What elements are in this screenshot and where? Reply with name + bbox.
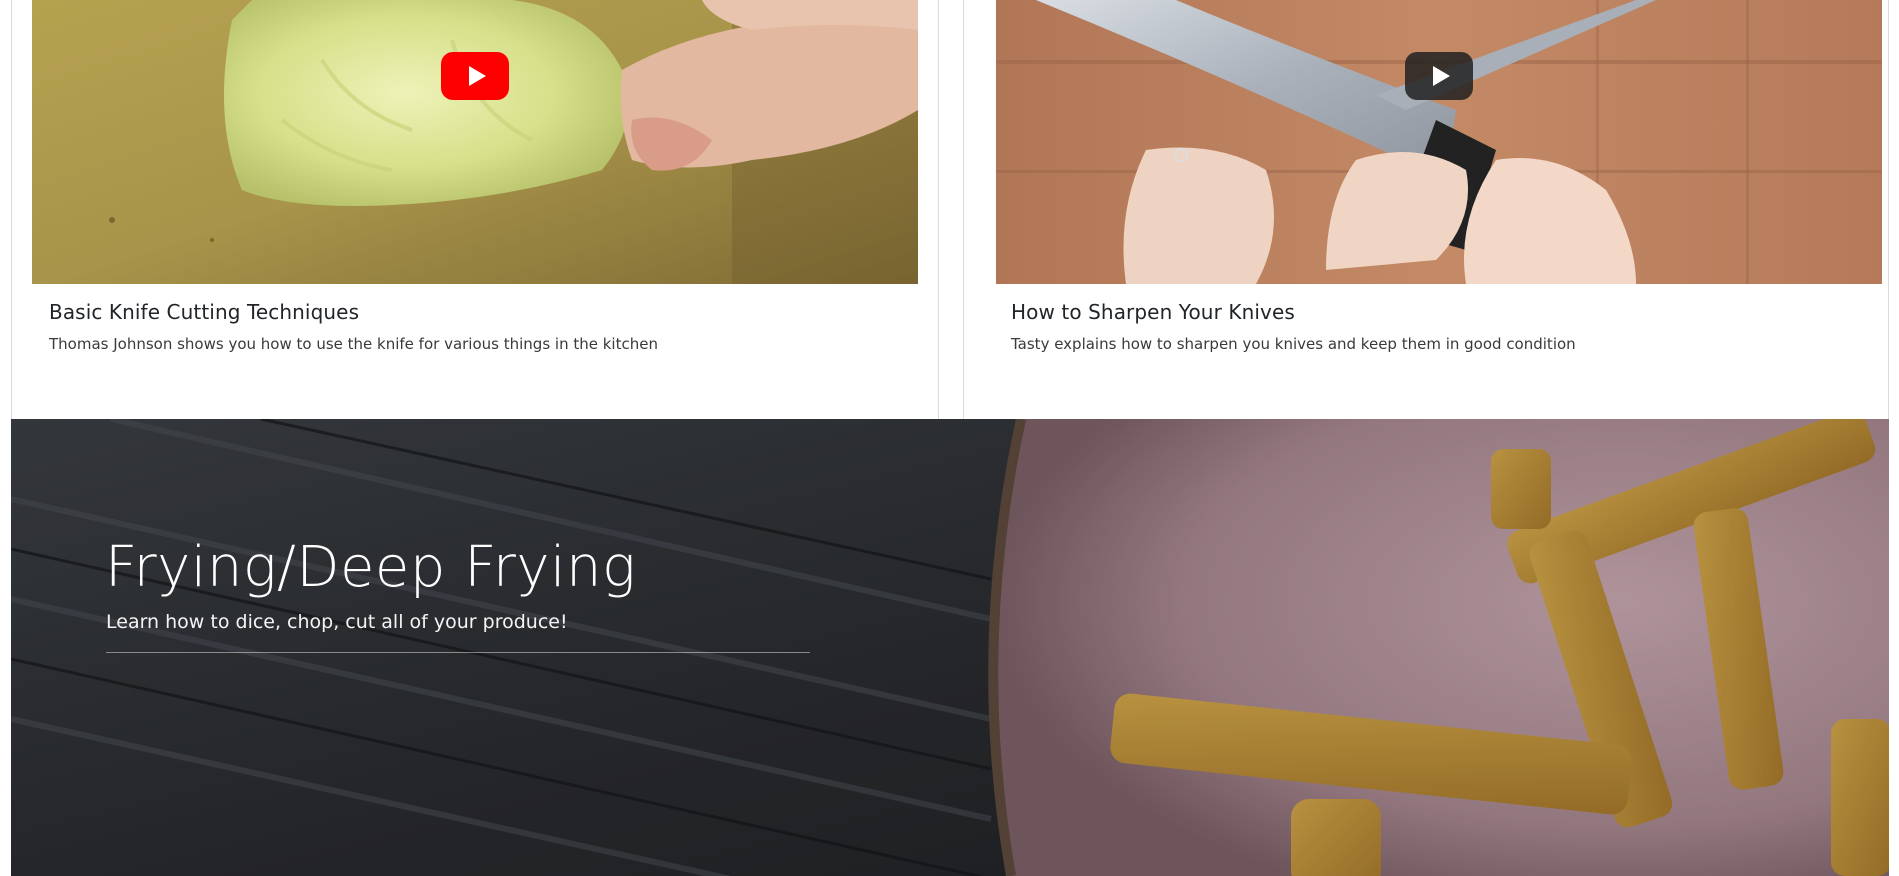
section-title: Frying/Deep Frying [105,535,637,600]
video-thumbnail [32,0,918,284]
video-card: Basic Knife Cutting Techniques Thomas Jo… [11,0,939,419]
hero-background-image [11,419,1889,876]
play-button[interactable] [1405,52,1473,100]
video-description: Thomas Johnson shows you how to use the … [49,335,658,353]
frying-section-hero: Frying/Deep Frying Learn how to dice, ch… [11,419,1889,876]
video-card: How to Sharpen Your Knives Tasty explain… [963,0,1889,419]
video-embed-knife-sharpening[interactable] [996,0,1882,284]
video-embed-knife-cutting[interactable] [32,0,918,284]
video-description: Tasty explains how to sharpen you knives… [1011,335,1576,353]
play-icon [1432,66,1450,86]
video-thumbnail [996,0,1882,284]
video-title: Basic Knife Cutting Techniques [49,300,360,324]
play-button[interactable] [441,52,509,100]
divider [106,652,810,653]
video-cards-row: Basic Knife Cutting Techniques Thomas Jo… [11,0,1889,419]
video-title: How to Sharpen Your Knives [1011,300,1295,324]
play-icon [468,66,486,86]
section-subtitle: Learn how to dice, chop, cut all of your… [106,611,568,633]
